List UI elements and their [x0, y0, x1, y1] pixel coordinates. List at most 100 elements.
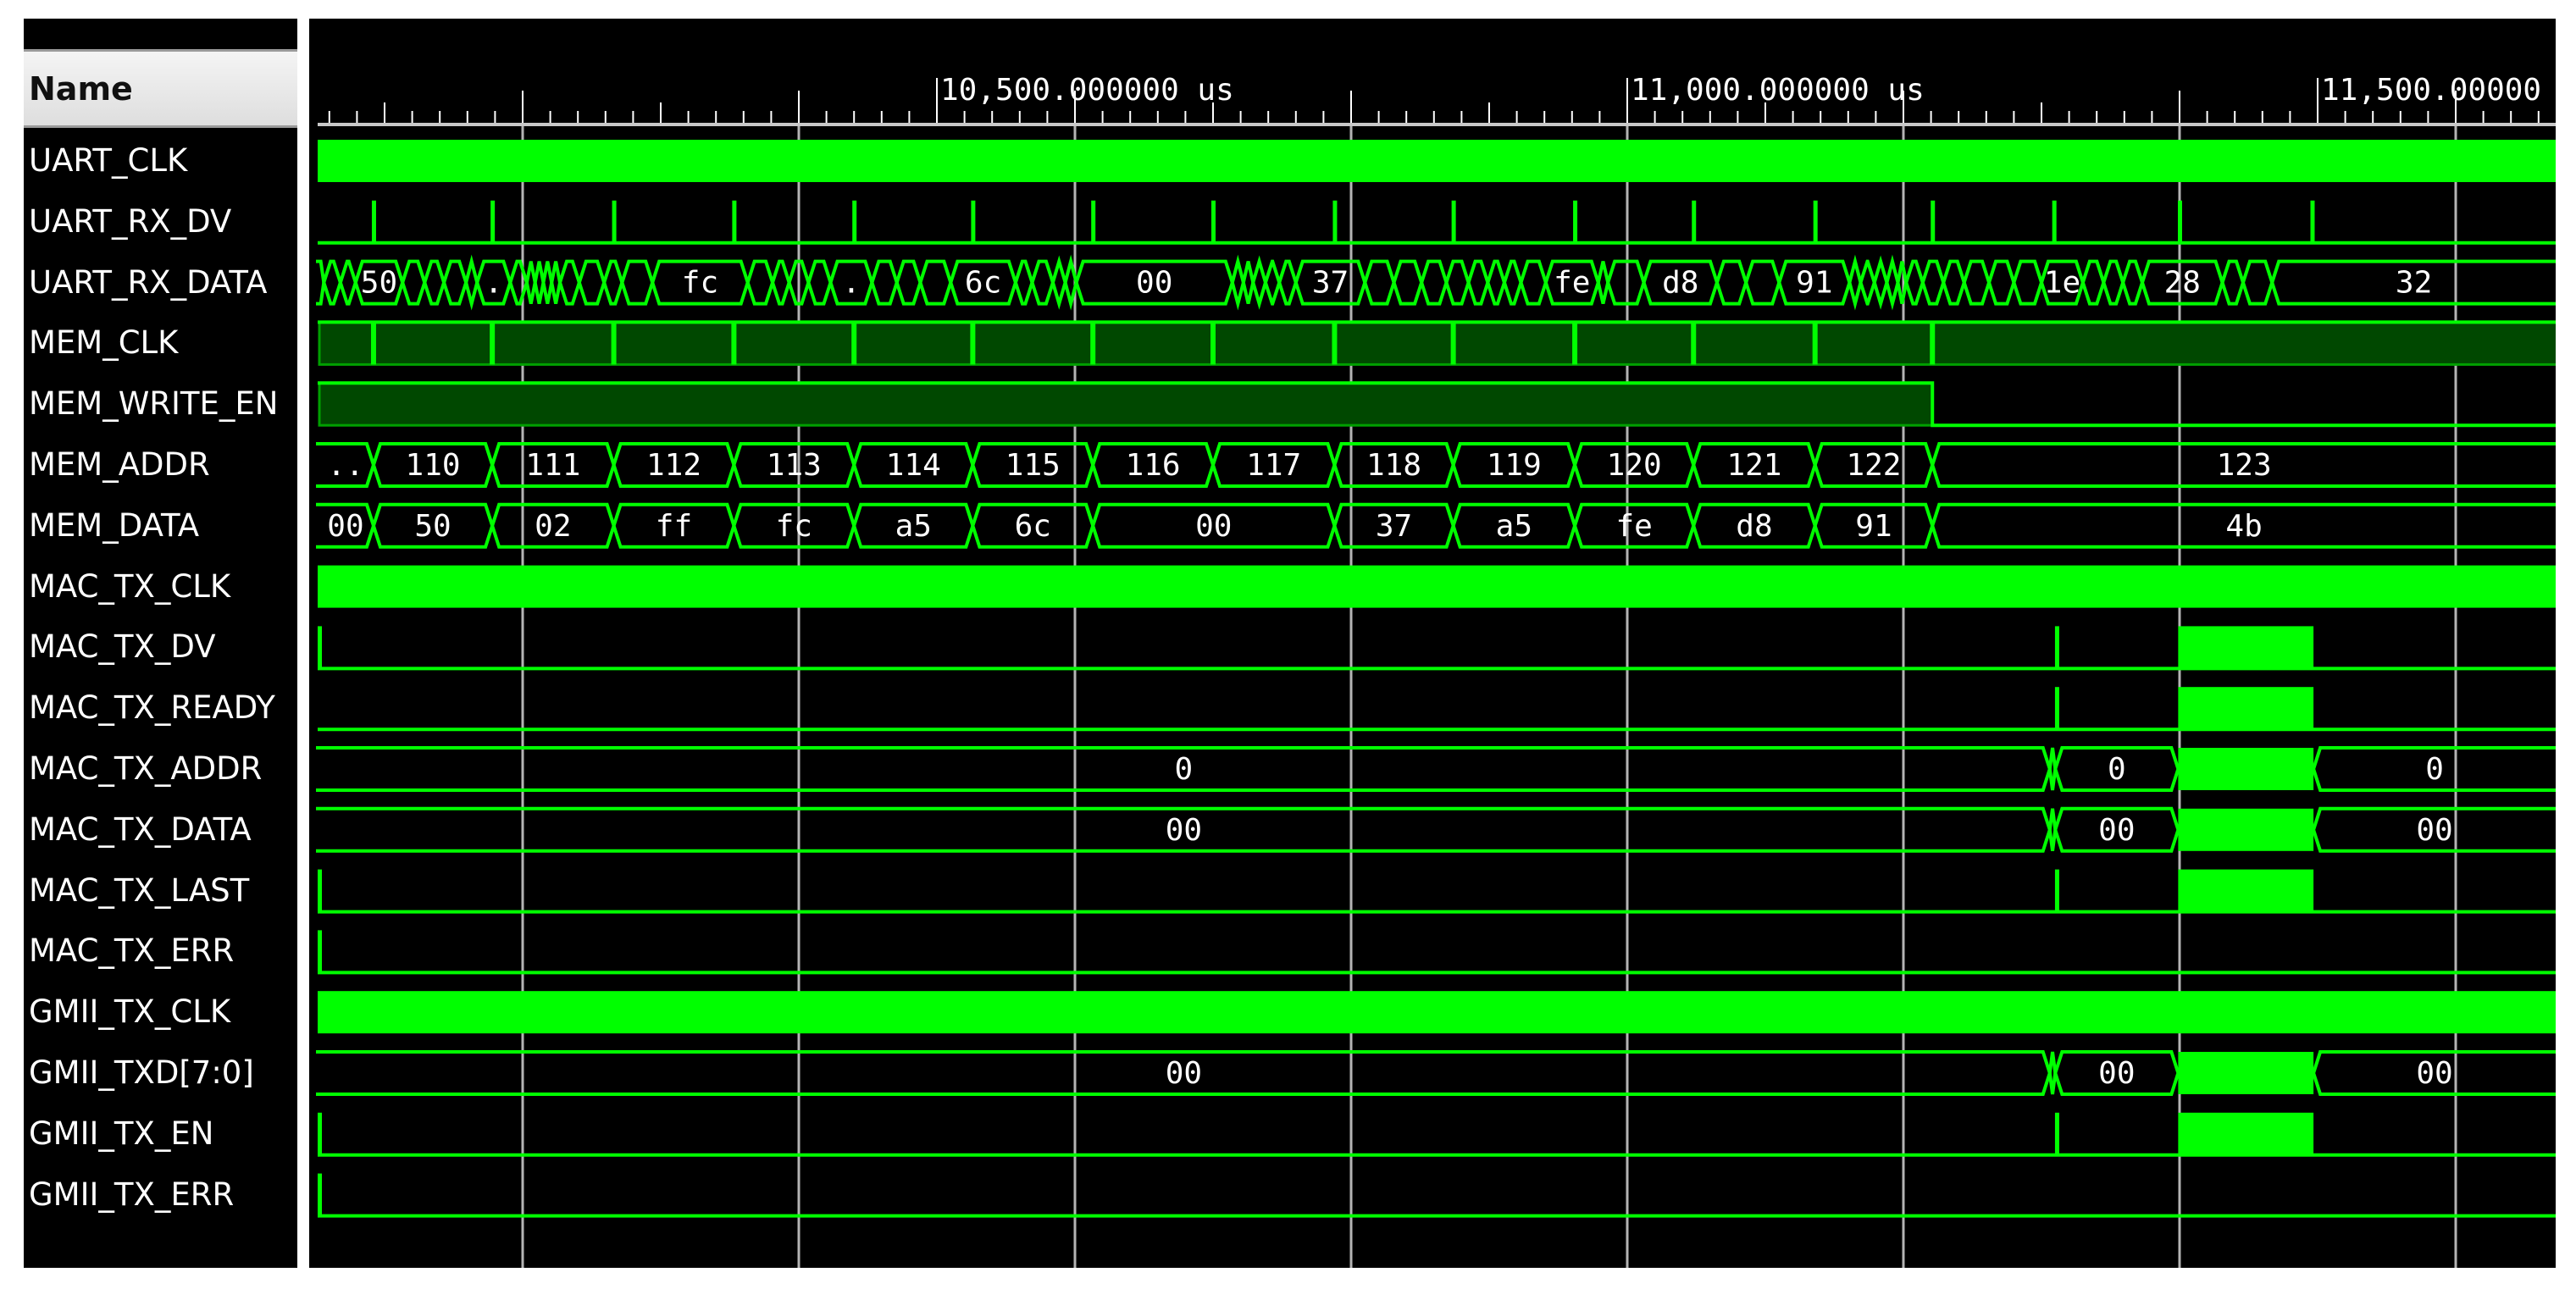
signal-pulse	[1692, 200, 1697, 243]
clock-pulse	[1572, 322, 1578, 365]
bus-value-label: 00	[2416, 1056, 2452, 1091]
bus-segment	[1942, 259, 1966, 306]
bus-segment	[322, 259, 342, 306]
signal-pulse	[2054, 687, 2059, 730]
waveform-row: 00 00 00	[316, 806, 2556, 853]
clock-pulse	[1930, 322, 1936, 365]
bus-value-label: 0	[1175, 752, 1194, 787]
bus-segment	[2121, 259, 2145, 306]
start-edge	[318, 869, 322, 912]
clock-pulse	[1210, 322, 1216, 365]
bus-segment	[1420, 259, 1449, 306]
bus-value-label: ff	[656, 509, 692, 544]
bus-segment	[2220, 259, 2246, 306]
waveform-row: 50. fc. 6c 00 37 fe d8 91 1e 28 32	[316, 254, 2556, 311]
signal-pulse	[732, 200, 737, 243]
signal-pulse	[490, 200, 496, 243]
bus-value-label: 6c	[965, 266, 1001, 301]
bus-segment	[870, 259, 899, 306]
signal-pulse	[1813, 200, 1818, 243]
bus-value-label: 113	[767, 448, 822, 483]
signal-pulse	[1211, 200, 1216, 243]
signal-pulse	[1332, 200, 1338, 243]
bus-segment	[338, 259, 357, 306]
start-edge	[318, 930, 322, 973]
waveform-canvas[interactable]: 10,500.000000 us 11,000.000000 us 11,500.0…	[0, 0, 2576, 1289]
bus-segment	[1962, 259, 1992, 306]
signal-pulse	[612, 200, 617, 243]
bus-segment	[577, 259, 607, 306]
bus-value-label: 50	[361, 266, 397, 301]
bus-segment	[1466, 259, 1490, 306]
signal-pulse	[1091, 200, 1096, 243]
bus-segment	[1502, 259, 1523, 306]
waveform-row	[318, 565, 2556, 608]
ruler-time-label: 11,000.000000 us	[1631, 73, 1925, 108]
bus-value-label: 6c	[1015, 509, 1051, 544]
bus-segment	[1920, 259, 1946, 306]
bus-segment	[1986, 259, 2016, 306]
waveform-row: 00 00 00	[316, 1050, 2556, 1096]
bus-value-label: fc	[776, 509, 812, 544]
clock-band	[318, 991, 2556, 1034]
bus-value-label: 114	[886, 448, 941, 483]
bus-value-label: 00	[2098, 813, 2135, 848]
bus-dense-block	[2178, 748, 2314, 790]
bus-value-label: 117	[1246, 448, 1301, 483]
signal-dense-block	[2178, 687, 2314, 730]
bus-segment	[620, 259, 655, 306]
bus-value-label: 28	[2164, 266, 2201, 301]
clock-pulse	[611, 322, 617, 365]
bus-value-label: 00	[327, 509, 363, 544]
bus-value-label: d8	[1736, 509, 1772, 544]
bus-segment	[1744, 259, 1781, 306]
start-edge	[318, 626, 322, 669]
clock-pulse	[970, 322, 976, 365]
clock-band	[318, 140, 2556, 182]
clock-pulse	[1450, 322, 1456, 365]
bus-value-label: 50	[414, 509, 451, 544]
waveform-row	[318, 869, 2556, 914]
bus-segment	[316, 259, 326, 306]
bus-value-label: 00	[2098, 1056, 2135, 1091]
bus-segment	[1013, 259, 1034, 306]
signal-dense-block	[2178, 626, 2314, 669]
signal-pulse	[2052, 200, 2057, 243]
bus-value-label: a5	[1496, 509, 1532, 544]
bus-value-label: 0	[2108, 752, 2126, 787]
waveform-group: 10,500.000000 us 11,000.000000 us 11,500.0…	[316, 73, 2556, 1268]
bus-segment	[2080, 259, 2106, 306]
bus-segment	[2102, 259, 2125, 306]
waveform-row	[318, 381, 2556, 428]
bus-segment	[1486, 259, 1507, 306]
clock-pulse	[370, 322, 376, 365]
signal-pulse	[971, 200, 976, 243]
waveform-row: 0 0 0	[316, 746, 2556, 792]
signal-pulse	[2054, 1112, 2059, 1155]
bus-value-label: 00	[1136, 266, 1172, 301]
waveform-row	[318, 200, 2556, 245]
bus-segment	[1277, 259, 1298, 306]
waveform-row	[318, 991, 2556, 1034]
clock-pulse	[1332, 322, 1338, 365]
bus-value-label: 116	[1126, 448, 1181, 483]
bus-value-label: 123	[2217, 448, 2272, 483]
bus-value-label: .	[842, 266, 861, 301]
waveform-row	[318, 320, 2556, 366]
bus-segment	[423, 259, 446, 306]
bus-dense-block	[2178, 1052, 2314, 1094]
bus-value-label: 00	[1195, 509, 1232, 544]
bus-value-label: ..	[327, 448, 363, 483]
bus-value-label: a5	[895, 509, 932, 544]
signal-pulse	[2054, 626, 2059, 669]
clock-band	[318, 565, 2556, 608]
signal-pulse	[1451, 200, 1456, 243]
bus-value-label: 91	[1796, 266, 1832, 301]
bus-segment	[1444, 259, 1471, 306]
waveform-row	[318, 140, 2556, 182]
bus-segment	[1904, 259, 1925, 306]
clock-pulse	[1812, 322, 1818, 365]
clock-pulse	[1691, 322, 1697, 365]
bus-segment	[895, 259, 922, 306]
bus-value-label: 1e	[2044, 266, 2080, 301]
